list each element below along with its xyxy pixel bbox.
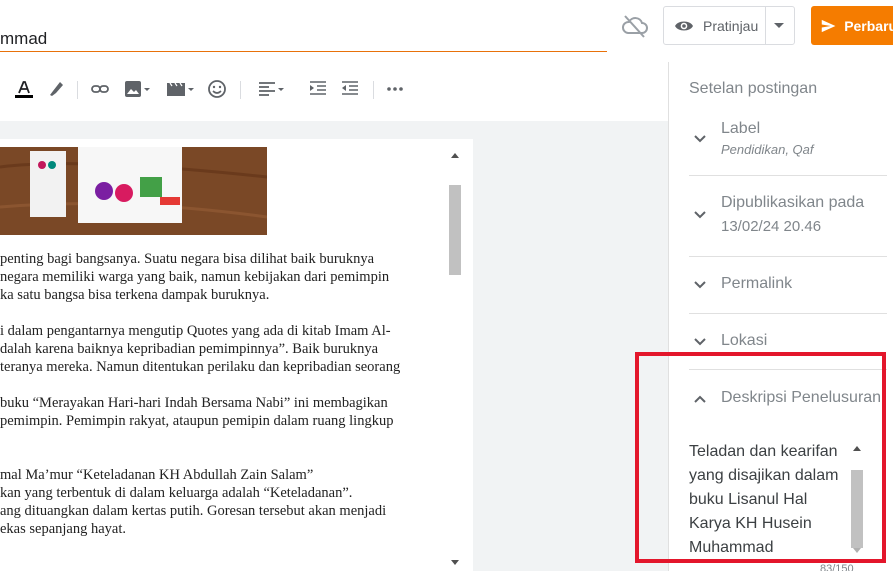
location-section-title: Lokasi [721,332,768,349]
publish-label: Perbarui [844,17,893,34]
text-color-icon[interactable] [14,78,34,100]
post-body-editor[interactable]: penting bagi bangsanya. Suatu negara bis… [0,139,473,571]
section-divider [689,256,887,257]
label-section-value: Pendidikan, Qaf [721,142,814,157]
post-body-text: penting bagi bangsanya. Suatu negara bis… [0,250,440,556]
published-section[interactable]: Dipublikasikan pada 13/02/24 20.46 [689,194,887,244]
chevron-down-icon [694,211,706,219]
label-section[interactable]: Label Pendidikan, Qaf [689,120,887,170]
chevron-down-icon [694,281,706,289]
emoji-icon[interactable] [207,78,227,100]
chevron-down-icon [694,338,706,346]
preview-split-divider [765,7,766,44]
cloud-offline-icon [622,15,648,38]
outdent-icon[interactable] [341,78,359,100]
label-section-title: Label [721,120,761,137]
toolbar-divider [240,81,241,99]
indent-icon[interactable] [309,78,327,100]
character-counter: 83/150 [820,563,854,571]
published-section-title: Dipublikasikan pada [721,194,865,211]
preview-label: Pratinjau [703,17,759,34]
more-icon[interactable] [387,78,403,100]
editor-scrollbar[interactable] [447,147,463,571]
post-title-input[interactable]: mmad [0,22,607,52]
paragraph: i dalam pengantarnya mengutip Quotes yan… [0,323,401,375]
section-divider [689,175,887,176]
book-cover-image [0,147,267,235]
align-icon[interactable] [258,78,284,100]
send-icon [821,19,836,32]
scrollbar-thumb[interactable] [449,185,461,275]
annotation-highlight-box [635,352,886,563]
toolbar-divider [373,81,374,99]
editor-toolbar [0,72,668,108]
permalink-section-title: Permalink [721,275,793,292]
video-icon[interactable] [166,78,194,100]
publish-button[interactable]: Perbarui [811,6,893,45]
link-icon[interactable] [90,78,110,100]
section-divider [689,313,887,314]
chevron-down-icon[interactable] [774,23,784,28]
permalink-section[interactable]: Permalink [689,275,887,297]
panel-title: Setelan postingan [689,80,818,97]
eye-icon [675,21,693,30]
preview-button[interactable]: Pratinjau [663,6,795,45]
chevron-down-icon [694,135,706,143]
published-date: 13/02/24 20.46 [721,218,822,235]
paragraph: buku “Merayakan Hari-hari Indah Bersama … [0,395,394,429]
toolbar-divider [77,81,78,99]
paragraph: mal Ma’mur “Keteladanan KH Abdullah Zain… [0,467,387,537]
scroll-down-icon[interactable] [451,560,459,565]
paragraph: penting bagi bangsanya. Suatu negara bis… [0,251,390,303]
scroll-up-icon[interactable] [451,153,459,158]
location-section[interactable]: Lokasi [689,332,887,354]
image-icon[interactable] [124,78,150,100]
highlight-icon[interactable] [46,78,66,100]
